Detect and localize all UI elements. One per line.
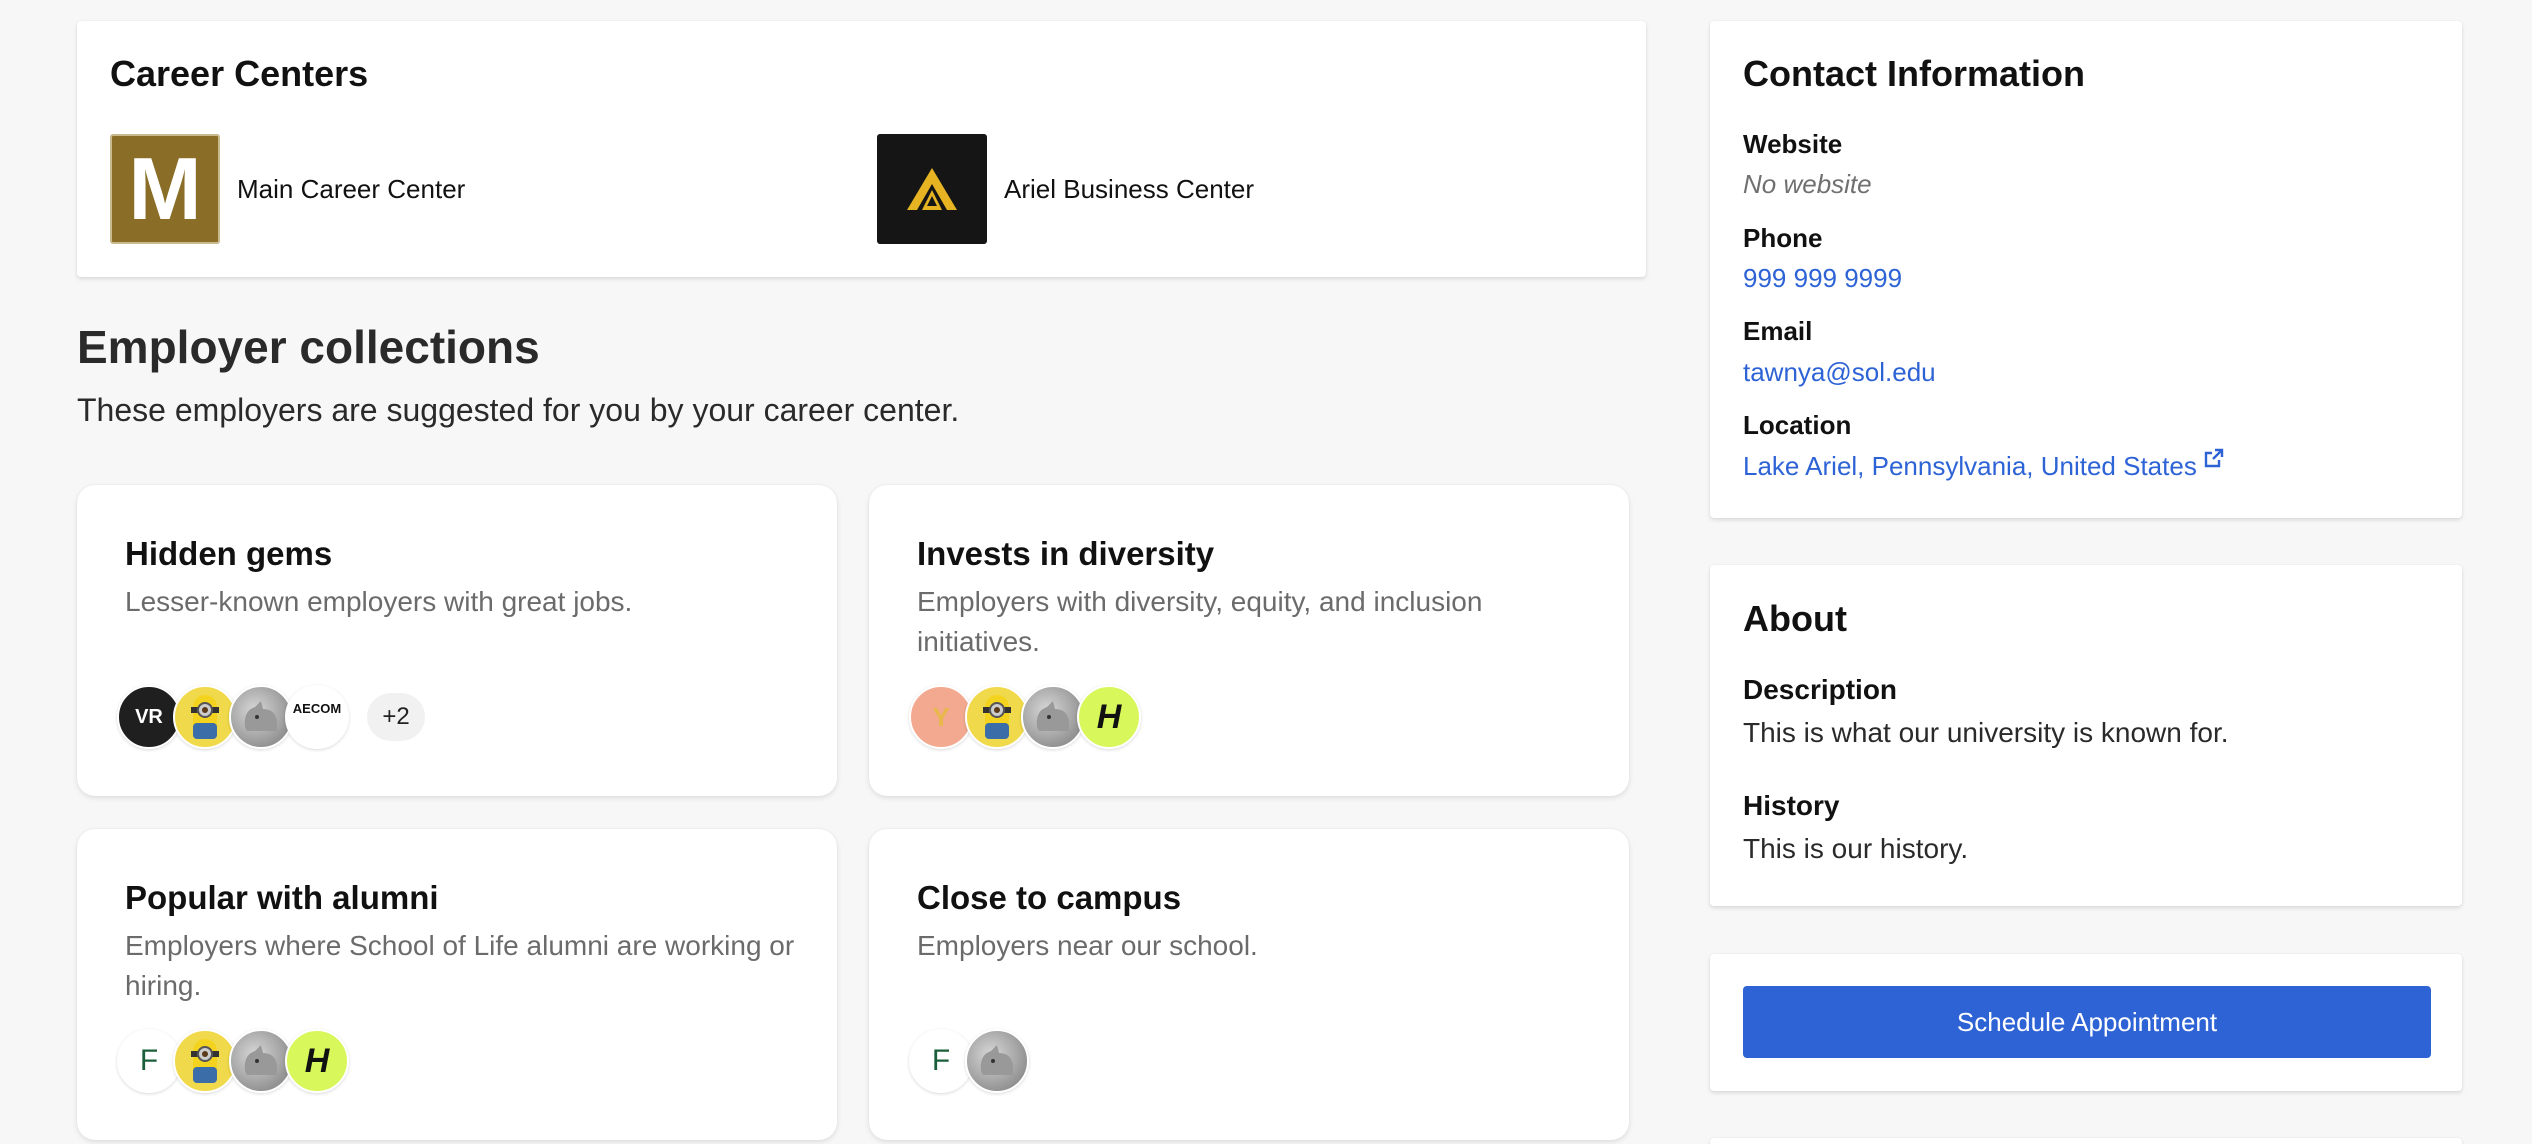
collection-card-hidden-gems[interactable]: Hidden gems Lesser-known employers with … [77,485,837,796]
collection-description: Employers near our school. [917,930,1258,961]
employer-avatar-rhino [965,1029,1029,1093]
employer-avatar-aecom: AECOM [285,685,349,749]
employer-avatars: F H [117,1029,349,1093]
description-value: This is what our university is known for… [1743,717,2229,748]
f-logo-text: F [931,1044,951,1077]
h-logo-text: H [304,1041,330,1080]
page: Career Centers M Main Career Center Arie… [0,0,2532,1144]
employer-avatar-f: F [117,1029,181,1093]
history-label: History [1743,790,1840,821]
employer-avatar-vr: VR [117,685,181,749]
minion-icon [191,1039,219,1083]
employer-avatars: F [909,1029,1029,1093]
location-text: Lake Ariel, Pennsylvania, United States [1743,451,2197,481]
external-link-icon [2204,448,2224,468]
collection-card-close-to-campus[interactable]: Close to campus Employers near our schoo… [869,829,1629,1140]
y-logo-text: Y [932,701,950,732]
collection-card-invests-in-diversity[interactable]: Invests in diversity Employers with dive… [869,485,1629,796]
vr-logo-text: VR [135,705,163,728]
collection-title: Hidden gems [125,535,333,572]
about-card: About Description This is what our unive… [1710,565,2462,906]
next-card-partial [1710,1138,2462,1144]
minion-icon [983,695,1011,739]
employer-avatar-rhino [229,1029,293,1093]
career-center-main[interactable]: M Main Career Center [110,134,465,244]
rhino-icon [244,701,277,731]
about-title: About [1743,598,1847,639]
collection-title: Invests in diversity [917,535,1215,572]
phone-label: Phone [1743,223,1823,253]
rhino-icon [980,1045,1013,1075]
main-career-center-logo: M [110,134,220,244]
website-label: Website [1743,129,1843,159]
career-center-ariel[interactable]: Ariel Business Center [877,134,1254,244]
employer-avatar-minion [965,685,1029,749]
triangle-logo-icon [907,168,957,210]
location-link[interactable]: Lake Ariel, Pennsylvania, United States [1743,448,2225,482]
ariel-business-center-logo [877,134,987,244]
employer-collections-subtitle: These employers are suggested for you by… [77,392,960,428]
rhino-icon [1036,701,1069,731]
collection-description: Employers where School of Life alumni ar… [125,930,795,1001]
schedule-appointment-button[interactable]: Schedule Appointment [1743,986,2431,1058]
website-value: No website [1743,169,1872,199]
email-link[interactable]: tawnya@sol.edu [1743,357,1936,388]
employer-avatar-f: F [909,1029,973,1093]
career-center-label: Main Career Center [237,173,466,204]
career-center-label: Ariel Business Center [1004,173,1254,204]
employer-avatar-minion [173,1029,237,1093]
employer-collections-title: Employer collections [77,321,540,373]
contact-information-title: Contact Information [1743,53,2085,94]
employer-avatar-rhino [229,685,293,749]
career-centers-card: Career Centers M Main Career Center Arie… [77,21,1646,277]
description-label: Description [1743,674,1898,705]
collection-description: Lesser-known employers with great jobs. [125,586,633,617]
appointment-card: Schedule Appointment [1710,954,2462,1091]
rhino-icon [244,1045,277,1075]
career-centers-title: Career Centers [110,53,369,94]
employer-avatar-y: Y [909,685,973,749]
minion-icon [191,695,219,739]
employer-avatar-h: H [285,1029,349,1093]
history-value: This is our history. [1743,833,1969,864]
employer-avatars: VR AECOM +2 [117,685,425,749]
employer-avatar-rhino [1021,685,1085,749]
location-label: Location [1743,410,1852,440]
more-employers-count: +2 [367,693,425,741]
collection-title: Close to campus [917,879,1182,916]
email-label: Email [1743,316,1813,346]
main-career-center-logo-letter: M [128,139,202,238]
collection-card-popular-with-alumni[interactable]: Popular with alumni Employers where Scho… [77,829,837,1140]
contact-information-card: Contact Information Website No website P… [1710,21,2462,518]
aecom-logo-text: AECOM [292,700,342,716]
employer-avatar-h: H [1077,685,1141,749]
collection-description: Employers with diversity, equity, and in… [917,586,1483,657]
f-logo-text: F [139,1044,159,1077]
employer-avatar-minion [173,685,237,749]
h-logo-text: H [1096,697,1122,736]
collection-title: Popular with alumni [125,879,439,916]
employer-avatars: Y H [909,685,1141,749]
phone-link[interactable]: 999 999 9999 [1743,263,1902,294]
